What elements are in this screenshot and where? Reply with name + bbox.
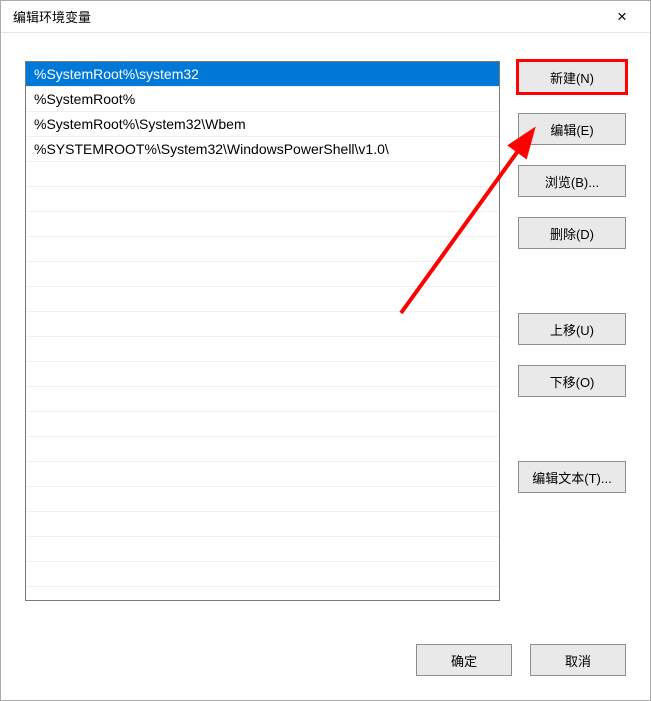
edit-env-var-dialog: 编辑环境变量 × %SystemRoot%\system32%SystemRoo… xyxy=(0,0,651,701)
content-area: %SystemRoot%\system32%SystemRoot%%System… xyxy=(1,33,650,700)
browse-button[interactable]: 浏览(B)... xyxy=(518,165,626,197)
dialog-buttons: 确定 取消 xyxy=(416,644,626,676)
list-item[interactable]: %SystemRoot%\System32\Wbem xyxy=(26,112,499,137)
list-blank-row xyxy=(26,437,499,462)
delete-button[interactable]: 删除(D) xyxy=(518,217,626,249)
window-title: 编辑环境变量 xyxy=(13,7,91,26)
ok-button[interactable]: 确定 xyxy=(416,644,512,676)
list-item[interactable]: %SystemRoot% xyxy=(26,87,499,112)
list-blank-row xyxy=(26,312,499,337)
list-blank-row xyxy=(26,187,499,212)
list-blank-row xyxy=(26,537,499,562)
list-blank-row xyxy=(26,387,499,412)
list-blank-row xyxy=(26,512,499,537)
list-blank-row xyxy=(26,462,499,487)
move-up-button[interactable]: 上移(U) xyxy=(518,313,626,345)
list-blank-row xyxy=(26,587,499,601)
new-button[interactable]: 新建(N) xyxy=(518,61,626,93)
list-blank-row xyxy=(26,362,499,387)
path-listbox[interactable]: %SystemRoot%\system32%SystemRoot%%System… xyxy=(25,61,500,601)
list-blank-row xyxy=(26,237,499,262)
list-blank-row xyxy=(26,287,499,312)
edit-button[interactable]: 编辑(E) xyxy=(518,113,626,145)
edit-text-button[interactable]: 编辑文本(T)... xyxy=(518,461,626,493)
titlebar: 编辑环境变量 × xyxy=(1,1,650,33)
list-item[interactable]: %SYSTEMROOT%\System32\WindowsPowerShell\… xyxy=(26,137,499,162)
list-blank-row xyxy=(26,412,499,437)
list-blank-row xyxy=(26,562,499,587)
move-down-button[interactable]: 下移(O) xyxy=(518,365,626,397)
close-icon[interactable]: × xyxy=(602,1,642,32)
list-blank-row xyxy=(26,162,499,187)
list-item[interactable]: %SystemRoot%\system32 xyxy=(26,62,499,87)
list-blank-row xyxy=(26,487,499,512)
list-blank-row xyxy=(26,212,499,237)
cancel-button[interactable]: 取消 xyxy=(530,644,626,676)
side-button-column: 新建(N) 编辑(E) 浏览(B)... 删除(D) 上移(U) 下移(O) 编… xyxy=(518,61,626,493)
list-blank-row xyxy=(26,337,499,362)
list-blank-row xyxy=(26,262,499,287)
